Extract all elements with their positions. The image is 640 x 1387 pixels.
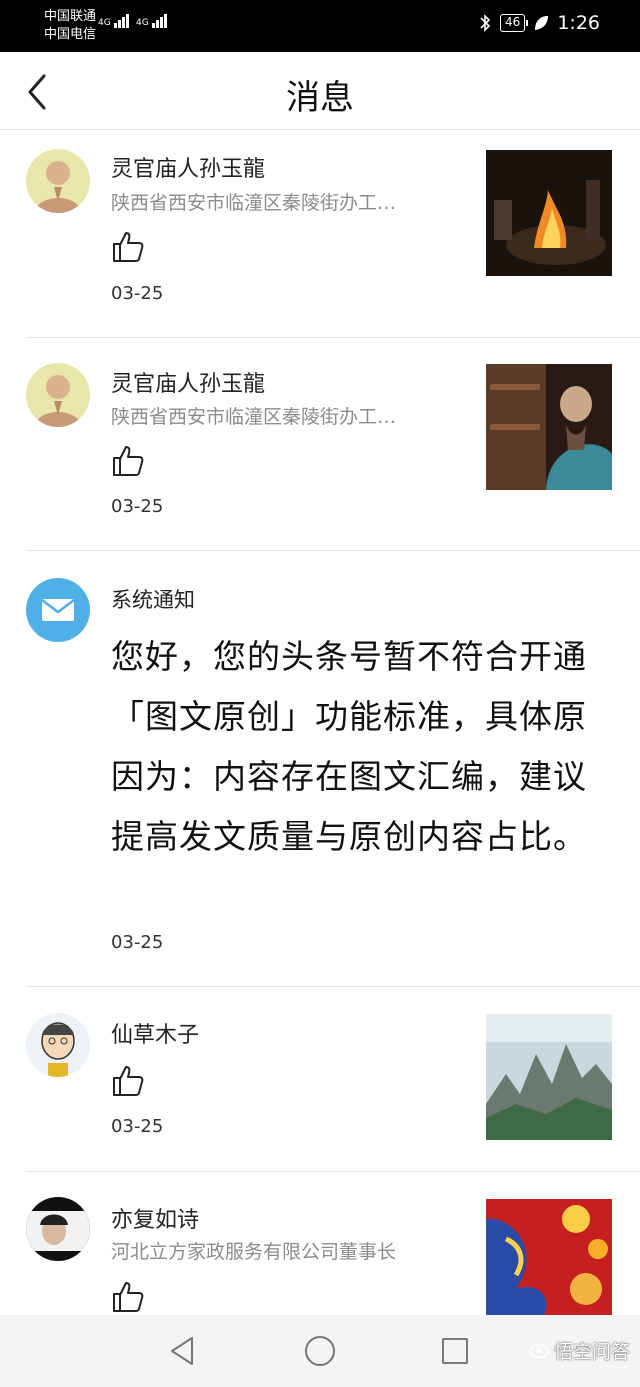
dragon-thumbnail[interactable] [486, 1199, 612, 1315]
message-date: 03-25 [111, 283, 164, 304]
sender-subtitle: 陕西省西安市临潼区秦陵街办工… [111, 406, 397, 428]
watermark: 悟空问答 [528, 1337, 630, 1364]
battery-icon: 46 [500, 14, 529, 32]
avatar[interactable] [26, 363, 90, 427]
figurine-thumbnail[interactable] [486, 364, 612, 490]
message-date: 03-25 [111, 1116, 164, 1137]
system-notice[interactable]: 系统通知 您好，您的头条号暂不符合开通「图文原创」功能标准，具体原因为：内容存在… [0, 551, 640, 986]
signal-1-icon: 4G [98, 14, 130, 28]
avatar[interactable] [26, 1197, 90, 1261]
watermark-text: 悟空问答 [553, 1341, 630, 1363]
message-item[interactable]: 仙草木子 03-25 [0, 987, 640, 1171]
message-date: 03-25 [111, 496, 164, 517]
campfire-thumbnail[interactable] [486, 150, 612, 276]
avatar[interactable] [26, 149, 90, 213]
status-right: 46 1:26 [478, 12, 600, 34]
nav-home-button[interactable] [303, 1334, 337, 1368]
wukong-logo-icon [528, 1343, 549, 1358]
sender-name: 灵官庙人孙玉龍 [111, 372, 266, 397]
message-item[interactable]: 亦复如诗 河北立方家政服务有限公司董事长 [0, 1172, 640, 1315]
thumbs-up-icon [113, 1282, 144, 1312]
mail-icon [26, 578, 90, 642]
sender-name: 亦复如诗 [111, 1208, 200, 1233]
network-1-label: 4G [98, 18, 111, 28]
nav-back-button[interactable] [168, 1335, 198, 1367]
carrier-1: 中国联通 [44, 9, 97, 24]
header: 消息 [0, 52, 640, 130]
thumbs-up-icon [113, 232, 144, 262]
bluetooth-icon [480, 14, 491, 32]
signal-2-icon: 4G [136, 14, 168, 28]
sender-subtitle: 河北立方家政服务有限公司董事长 [111, 1241, 397, 1263]
notice-title: 系统通知 [111, 588, 195, 612]
sender-name: 仙草木子 [111, 1023, 200, 1048]
page-title: 消息 [286, 78, 354, 118]
sender-name: 灵官庙人孙玉龍 [111, 157, 266, 182]
system-navbar: 悟空问答 [0, 1315, 640, 1387]
message-item[interactable]: 灵官庙人孙玉龍 陕西省西安市临潼区秦陵街办工… 03-25 [0, 338, 640, 550]
network-2-label: 4G [136, 18, 149, 28]
message-item[interactable]: 灵官庙人孙玉龍 陕西省西安市临潼区秦陵街办工… 03-25 [0, 131, 640, 337]
clock: 1:26 [557, 12, 600, 34]
nav-recent-button[interactable] [440, 1336, 470, 1366]
sender-subtitle: 陕西省西安市临潼区秦陵街办工… [111, 192, 397, 214]
carrier-labels: 中国联通 中国电信 [44, 8, 96, 44]
thumbs-up-icon [113, 1066, 144, 1096]
avatar[interactable] [26, 1013, 90, 1077]
thumbs-up-icon [113, 446, 144, 476]
status-bar: 中国联通 中国电信 4G 4G 46 1:26 [0, 0, 640, 52]
carrier-2: 中国电信 [44, 27, 97, 42]
notice-body: 您好，您的头条号暂不符合开通「图文原创」功能标准，具体原因为：内容存在图文汇编，… [111, 637, 587, 856]
message-date: 03-25 [111, 932, 164, 953]
mountain-thumbnail[interactable] [486, 1014, 612, 1140]
leaf-icon [535, 16, 549, 30]
